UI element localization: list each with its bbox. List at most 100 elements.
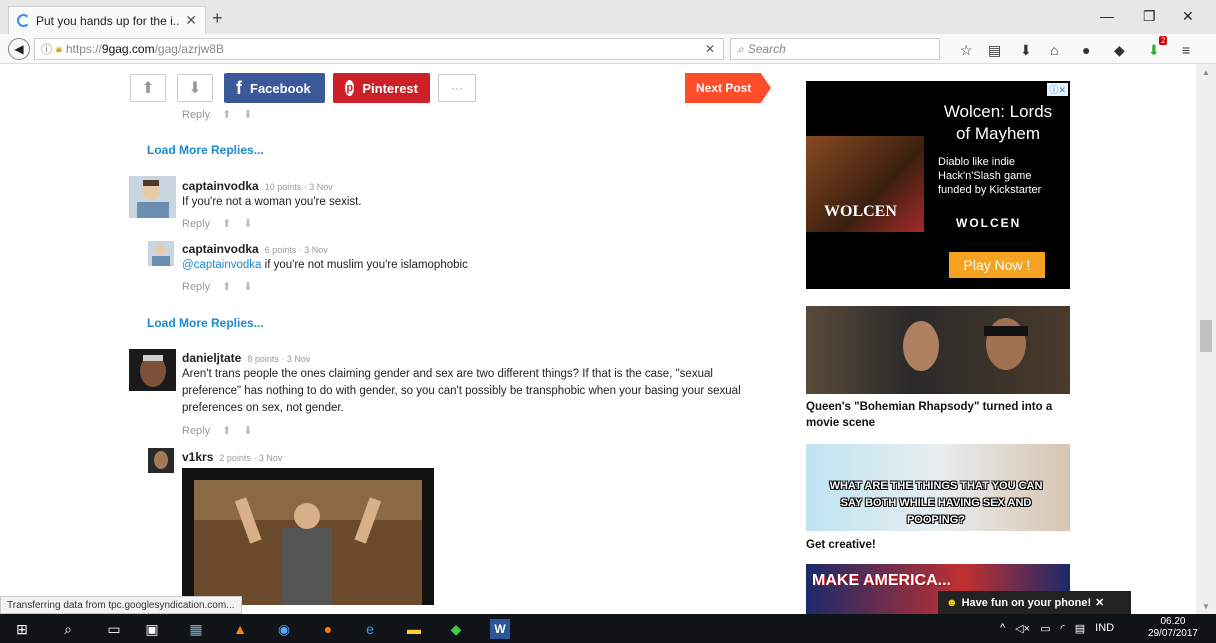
down-arrow-icon: ⬇ xyxy=(188,80,202,97)
load-more-replies-link[interactable]: Load More Replies... xyxy=(147,143,264,157)
wolcen-ad[interactable]: ⓘ✕ WOLCEN Wolcen: Lords of Mayhem Diablo… xyxy=(806,81,1070,289)
username-link[interactable]: danieljtate xyxy=(182,351,241,365)
language-indicator[interactable]: IND xyxy=(1095,622,1114,635)
scroll-up-icon[interactable]: ▲ xyxy=(1202,68,1210,77)
network-icon[interactable]: ◜ xyxy=(1060,622,1064,635)
browser-tab[interactable]: Put you hands up for the i... ✕ xyxy=(8,6,206,34)
username-link[interactable]: captainvodka xyxy=(182,242,259,256)
search-input[interactable]: ⌕ Search xyxy=(730,38,940,60)
minimize-button[interactable]: — xyxy=(1100,8,1114,24)
windows-start-icon[interactable]: ⊞ xyxy=(12,619,32,639)
image-app-icon[interactable]: ▦ xyxy=(186,619,206,639)
bookmark-star-icon[interactable]: ☆ xyxy=(960,42,973,59)
comment-upvote-icon[interactable]: ⬆ xyxy=(222,217,231,230)
pinterest-label: Pinterest xyxy=(362,80,418,96)
downvote-button[interactable]: ⬇ xyxy=(177,74,213,102)
reply-actions: Reply ⬆ ⬇ xyxy=(182,108,253,122)
status-bar: Transferring data from tpc.googlesyndica… xyxy=(0,596,242,614)
sidebar-thumbnail[interactable] xyxy=(806,306,1070,394)
back-arrow-icon: ◀ xyxy=(14,42,24,56)
chat-icon[interactable]: ● xyxy=(1082,42,1090,58)
info-icon[interactable]: ⓘ xyxy=(41,41,52,57)
avatar[interactable] xyxy=(148,448,174,473)
comment-upvote-icon[interactable]: ⬆ xyxy=(222,424,231,437)
download-icon[interactable]: ⬇ xyxy=(1020,42,1032,59)
comment-downvote-icon[interactable]: ⬇ xyxy=(243,108,252,121)
adchoices-icon[interactable]: ⓘ✕ xyxy=(1047,83,1068,96)
load-more-replies-link[interactable]: Load More Replies... xyxy=(147,316,264,330)
page-content: ⬆ ⬇ f Facebook p Pinterest ··· Next Post… xyxy=(0,64,1196,614)
username-link[interactable]: captainvodka xyxy=(182,179,259,193)
warning-lock-icon[interactable]: 🔒︎ xyxy=(56,43,62,56)
app-icon[interactable]: ◆ xyxy=(446,619,466,639)
menu-icon[interactable]: ≡ xyxy=(1182,42,1190,58)
volume-icon[interactable]: ◁× xyxy=(1015,622,1030,635)
url-bar[interactable]: ⓘ 🔒︎ https://9gag.com/gag/azrjw8B ✕ xyxy=(34,38,724,60)
upvote-button[interactable]: ⬆ xyxy=(130,74,166,102)
scroll-down-icon[interactable]: ▼ xyxy=(1202,602,1210,611)
comment-text: @captainvodka if you're not muslim you'r… xyxy=(182,257,468,274)
avatar[interactable] xyxy=(148,241,174,266)
page-scrollbar[interactable]: ▲ ▼ xyxy=(1196,64,1216,614)
close-promo-icon[interactable]: ✕ xyxy=(1095,596,1104,609)
search-icon[interactable]: ⌕ xyxy=(58,619,78,639)
pinterest-share-button[interactable]: p Pinterest xyxy=(333,73,430,103)
file-explorer-icon[interactable]: ▬ xyxy=(404,619,424,639)
facebook-share-button[interactable]: f Facebook xyxy=(224,73,325,103)
restore-button[interactable]: ❐ xyxy=(1143,8,1156,25)
close-window-button[interactable]: ✕ xyxy=(1182,8,1194,25)
new-tab-button[interactable]: + xyxy=(212,8,223,29)
mention-link[interactable]: @captainvodka xyxy=(182,259,261,271)
promo-text: Have fun on your phone! xyxy=(961,596,1092,609)
comment-downvote-icon[interactable]: ⬇ xyxy=(243,217,252,230)
ad-title: Wolcen: Lords of Mayhem xyxy=(943,102,1053,143)
sidebar-caption[interactable]: Get creative! xyxy=(806,537,1076,553)
chevron-up-icon[interactable]: ^ xyxy=(1000,622,1005,635)
home-icon[interactable]: ⌂ xyxy=(1050,42,1058,58)
extension-icon[interactable]: ⬇ xyxy=(1148,42,1160,59)
reply-link[interactable]: Reply xyxy=(182,425,210,437)
url-path: /gag/azrjw8B xyxy=(154,42,224,56)
comment-meta: 10 points · 3 Nov xyxy=(264,182,333,192)
comment-upvote-icon[interactable]: ⬆ xyxy=(222,108,231,121)
back-button[interactable]: ◀ xyxy=(8,38,30,60)
app-promo-bar[interactable]: ☻ Have fun on your phone! ✕ xyxy=(938,591,1131,614)
store-icon[interactable]: ▣ xyxy=(142,619,162,639)
url-host: 9gag.com xyxy=(101,42,155,56)
system-clock[interactable]: 06.20 29/07/2017 xyxy=(1148,616,1198,640)
tab-title: Put you hands up for the i... xyxy=(36,13,180,28)
more-share-button[interactable]: ··· xyxy=(438,74,476,102)
clock-time: 06.20 xyxy=(1160,616,1186,627)
sidebar-thumbnail[interactable]: WHAT ARE THE THINGS THAT YOU CAN SAY BOT… xyxy=(806,444,1070,531)
reading-list-icon[interactable]: ▤ xyxy=(988,42,1001,59)
search-icon: ⌕ xyxy=(737,41,744,56)
reply-link[interactable]: Reply xyxy=(182,281,210,293)
comment-downvote-icon[interactable]: ⬇ xyxy=(243,424,252,437)
edge-icon[interactable]: e xyxy=(360,619,380,639)
avatar[interactable] xyxy=(129,176,176,218)
reply-link[interactable]: Reply xyxy=(182,109,210,121)
notification-icon[interactable]: ▤ xyxy=(1075,622,1085,635)
reply-actions: Reply ⬆ ⬇ xyxy=(182,217,253,231)
battery-icon[interactable]: ▭ xyxy=(1040,622,1050,635)
comment-upvote-icon[interactable]: ⬆ xyxy=(222,280,231,293)
clear-url-icon[interactable]: ✕ xyxy=(705,42,715,56)
pocket-icon[interactable]: ◆ xyxy=(1114,42,1125,59)
comment-gif[interactable] xyxy=(182,468,434,605)
scrollbar-thumb[interactable] xyxy=(1200,320,1212,352)
username-link[interactable]: v1krs xyxy=(182,450,213,464)
app-icon[interactable]: ◉ xyxy=(274,619,294,639)
play-now-button[interactable]: Play Now ! xyxy=(949,252,1045,278)
task-view-icon[interactable]: ▭ xyxy=(104,619,124,639)
close-tab-icon[interactable]: ✕ xyxy=(185,12,197,29)
next-post-button[interactable]: Next Post xyxy=(685,73,771,103)
vlc-icon[interactable]: ▲ xyxy=(230,619,250,639)
comment-downvote-icon[interactable]: ⬇ xyxy=(243,280,252,293)
notification-badge: 2 xyxy=(1159,36,1168,45)
avatar[interactable] xyxy=(129,349,176,391)
reply-link[interactable]: Reply xyxy=(182,218,210,230)
firefox-icon[interactable]: ● xyxy=(318,619,338,639)
sidebar-caption[interactable]: Queen's "Bohemian Rhapsody" turned into … xyxy=(806,399,1076,431)
word-icon[interactable]: W xyxy=(490,619,510,639)
comment-meta: 8 points · 3 Nov xyxy=(247,354,311,364)
